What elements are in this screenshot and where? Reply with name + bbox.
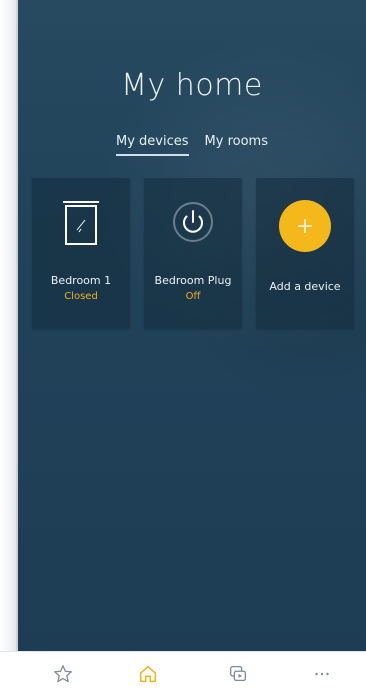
nav-scenes[interactable] xyxy=(226,662,250,686)
star-icon xyxy=(54,665,72,683)
page-title: My home xyxy=(121,68,263,103)
plus-icon xyxy=(298,219,312,233)
device-status: Off xyxy=(185,291,201,302)
more-icon xyxy=(315,672,329,676)
home-icon xyxy=(139,665,157,683)
nav-favorites[interactable] xyxy=(51,662,75,686)
tab-my-devices[interactable]: My devices xyxy=(116,134,189,156)
device-name: Bedroom Plug xyxy=(154,274,232,287)
add-device-label: Add a device xyxy=(269,280,341,293)
nav-more[interactable] xyxy=(310,662,334,686)
device-name: Bedroom 1 xyxy=(50,274,112,287)
nav-home[interactable] xyxy=(136,662,160,686)
device-card-bedroom-1[interactable]: Bedroom 1 Closed xyxy=(32,178,130,329)
scenes-icon xyxy=(230,666,246,682)
add-device-card[interactable]: Add a device xyxy=(256,178,354,329)
bottom-nav-bar xyxy=(0,651,366,697)
power-icon xyxy=(144,198,242,248)
window-blind-icon xyxy=(32,198,130,248)
main-screen: My home My devices My rooms Bedroom 1 Cl… xyxy=(18,0,366,651)
device-grid: Bedroom 1 Closed Bedroom Plug Off Add a … xyxy=(32,178,354,329)
add-device-button[interactable] xyxy=(279,200,331,252)
device-card-bedroom-plug[interactable]: Bedroom Plug Off xyxy=(144,178,242,329)
tab-bar: My devices My rooms xyxy=(18,134,366,156)
left-edge-panel xyxy=(0,0,18,651)
tab-my-rooms[interactable]: My rooms xyxy=(205,134,268,156)
device-status: Closed xyxy=(64,291,98,302)
